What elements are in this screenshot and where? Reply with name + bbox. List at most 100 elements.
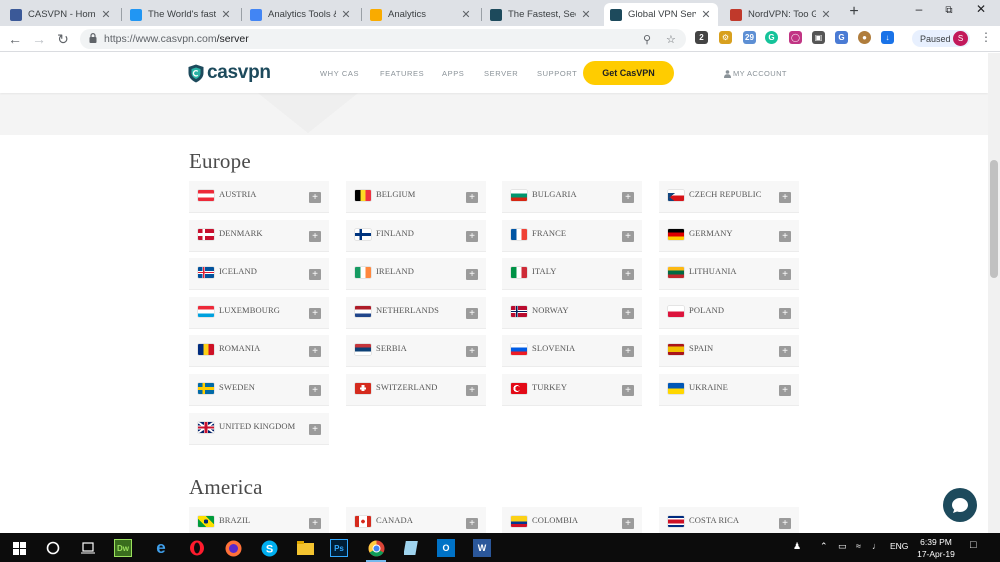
expand-plus-icon[interactable]: + bbox=[622, 230, 634, 242]
browser-tab-3[interactable]: Analytics Tools & S ✕ bbox=[244, 3, 358, 26]
outlook-icon[interactable]: O bbox=[437, 539, 455, 557]
server-card-lithuania[interactable]: LITHUANIA + bbox=[659, 258, 799, 291]
grammarly-icon[interactable]: G bbox=[765, 31, 778, 44]
server-card-brazil[interactable]: BRAZIL + bbox=[189, 507, 329, 533]
translate-icon[interactable]: G bbox=[835, 31, 848, 44]
taskbar-clock[interactable]: 6:39 PM 17-Apr-19 bbox=[913, 536, 959, 560]
forward-button[interactable]: → bbox=[30, 30, 48, 48]
wifi-icon[interactable]: ≈ bbox=[856, 541, 861, 551]
download-icon[interactable]: ↓ bbox=[881, 31, 894, 44]
expand-plus-icon[interactable]: + bbox=[779, 385, 791, 396]
server-card-france[interactable]: FRANCE + bbox=[502, 219, 642, 252]
server-card-costa-rica[interactable]: COSTA RICA + bbox=[659, 507, 799, 533]
server-card-luxembourg[interactable]: LUXEMBOURG + bbox=[189, 296, 329, 329]
expand-plus-icon[interactable]: + bbox=[779, 346, 791, 358]
expand-plus-icon[interactable]: + bbox=[779, 230, 791, 242]
server-card-netherlands[interactable]: NETHERLANDS + bbox=[346, 296, 486, 329]
minimize-button[interactable]: – bbox=[908, 2, 930, 16]
server-card-denmark[interactable]: DENMARK + bbox=[189, 219, 329, 252]
close-tab-icon[interactable]: ✕ bbox=[220, 8, 232, 21]
browser-tab-1[interactable]: CASVPN - Home | ✕ bbox=[4, 3, 118, 26]
expand-plus-icon[interactable]: + bbox=[466, 307, 478, 319]
expand-plus-icon[interactable]: + bbox=[309, 269, 321, 281]
dreamweaver-icon[interactable]: Dw bbox=[114, 539, 132, 557]
expand-plus-icon[interactable]: + bbox=[309, 346, 321, 358]
opera-icon[interactable] bbox=[186, 537, 208, 559]
volume-icon[interactable]: ♩ bbox=[872, 541, 881, 551]
back-button[interactable]: ← bbox=[6, 30, 24, 48]
people-icon[interactable]: ♟ bbox=[793, 541, 801, 552]
close-tab-icon[interactable]: ✕ bbox=[700, 8, 712, 21]
server-card-canada[interactable]: CANADA + bbox=[346, 507, 486, 533]
expand-plus-icon[interactable]: + bbox=[466, 385, 478, 396]
server-card-austria[interactable]: AUSTRIA + bbox=[189, 181, 329, 213]
notepad-icon[interactable] bbox=[401, 537, 423, 559]
expand-plus-icon[interactable]: + bbox=[309, 230, 321, 242]
chrome-taskbar-icon[interactable] bbox=[365, 537, 387, 562]
nav-features[interactable]: FEATURES bbox=[380, 69, 424, 78]
language-indicator[interactable]: ENG bbox=[890, 541, 908, 551]
expand-plus-icon[interactable]: + bbox=[622, 346, 634, 358]
server-card-switzerland[interactable]: SWITZERLAND + bbox=[346, 374, 486, 406]
server-card-germany[interactable]: GERMANY + bbox=[659, 219, 799, 252]
address-bar[interactable]: https://www.casvpn.com/server ⚲ ☆ bbox=[80, 29, 686, 49]
expand-plus-icon[interactable]: + bbox=[779, 192, 791, 203]
my-account-link[interactable]: MY ACCOUNT bbox=[724, 69, 787, 78]
windows-start-icon[interactable] bbox=[8, 537, 30, 559]
action-center-icon[interactable]: □ bbox=[970, 539, 977, 551]
server-card-bulgaria[interactable]: BULGARIA + bbox=[502, 181, 642, 213]
photoshop-icon[interactable]: Ps bbox=[330, 539, 348, 557]
get-casvpn-button[interactable]: Get CasVPN bbox=[583, 61, 674, 85]
extension-gear-icon[interactable]: ⚙ bbox=[719, 31, 732, 44]
extension-puzzle-icon[interactable]: 29 bbox=[743, 31, 756, 44]
close-tab-icon[interactable]: ✕ bbox=[100, 8, 112, 21]
expand-plus-icon[interactable]: + bbox=[309, 423, 321, 435]
instagram-icon[interactable]: ◯ bbox=[789, 31, 802, 44]
server-card-spain[interactable]: SPAIN + bbox=[659, 335, 799, 368]
server-card-iceland[interactable]: ICELAND + bbox=[189, 258, 329, 291]
bookmark-star-icon[interactable]: ☆ bbox=[666, 33, 676, 46]
nav-server[interactable]: SERVER bbox=[484, 69, 518, 78]
expand-plus-icon[interactable]: + bbox=[622, 307, 634, 319]
server-card-colombia[interactable]: COLOMBIA + bbox=[502, 507, 642, 533]
nav-why-cas[interactable]: WHY CAS bbox=[320, 69, 359, 78]
expand-plus-icon[interactable]: + bbox=[779, 518, 791, 529]
expand-plus-icon[interactable]: + bbox=[779, 269, 791, 281]
word-icon[interactable]: W bbox=[473, 539, 491, 557]
extension-icon-1[interactable]: 2 bbox=[695, 31, 708, 44]
server-card-slovenia[interactable]: SLOVENIA + bbox=[502, 335, 642, 368]
browser-menu-icon[interactable]: ⋮ bbox=[980, 30, 992, 44]
close-tab-icon[interactable]: ✕ bbox=[460, 8, 472, 21]
cortana-icon[interactable] bbox=[42, 537, 64, 559]
close-window-button[interactable]: ✕ bbox=[970, 2, 992, 16]
battery-icon[interactable]: ▭ bbox=[838, 541, 847, 552]
browser-tab-6[interactable]: Global VPN Server ✕ bbox=[604, 3, 718, 26]
expand-plus-icon[interactable]: + bbox=[466, 192, 478, 203]
close-tab-icon[interactable]: ✕ bbox=[340, 8, 352, 21]
chat-widget-button[interactable] bbox=[943, 488, 977, 522]
expand-plus-icon[interactable]: + bbox=[622, 385, 634, 396]
browser-tab-4[interactable]: Analytics ✕ bbox=[364, 3, 478, 26]
close-tab-icon[interactable]: ✕ bbox=[820, 8, 832, 21]
nav-support[interactable]: SUPPORT bbox=[537, 69, 577, 78]
skype-icon[interactable]: S bbox=[258, 537, 280, 559]
expand-plus-icon[interactable]: + bbox=[309, 307, 321, 319]
browser-tab-7[interactable]: NordVPN: Too Go ✕ bbox=[724, 3, 838, 26]
expand-plus-icon[interactable]: + bbox=[309, 518, 321, 529]
expand-plus-icon[interactable]: + bbox=[466, 346, 478, 358]
server-card-sweden[interactable]: SWEDEN + bbox=[189, 374, 329, 406]
nav-apps[interactable]: APPS bbox=[442, 69, 464, 78]
expand-plus-icon[interactable]: + bbox=[309, 385, 321, 396]
server-card-poland[interactable]: POLAND + bbox=[659, 296, 799, 329]
server-card-italy[interactable]: ITALY + bbox=[502, 258, 642, 291]
server-card-romania[interactable]: ROMANIA + bbox=[189, 335, 329, 368]
extension-window-icon[interactable]: ▣ bbox=[812, 31, 825, 44]
expand-plus-icon[interactable]: + bbox=[622, 518, 634, 529]
expand-plus-icon[interactable]: + bbox=[622, 269, 634, 281]
server-card-turkey[interactable]: TURKEY + bbox=[502, 374, 642, 406]
casvpn-logo[interactable]: casvpn bbox=[188, 62, 271, 84]
expand-plus-icon[interactable]: + bbox=[309, 192, 321, 203]
server-card-norway[interactable]: NORWAY + bbox=[502, 296, 642, 329]
profile-paused-button[interactable]: Paused S bbox=[912, 30, 970, 47]
server-card-serbia[interactable]: SERBIA + bbox=[346, 335, 486, 368]
